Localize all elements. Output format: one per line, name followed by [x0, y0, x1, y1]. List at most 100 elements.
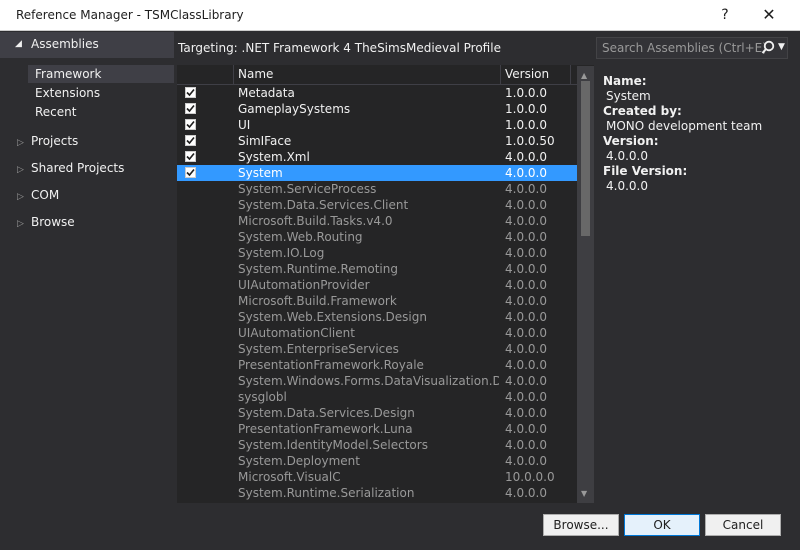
help-button[interactable]: ?	[710, 2, 740, 28]
assembly-name: SimIFace	[238, 134, 292, 148]
sidebar-group-label: COM	[31, 188, 60, 202]
checkmark-icon	[186, 152, 195, 161]
table-row[interactable]: System.Data.Services.Client 4.0.0.0	[177, 197, 577, 213]
assembly-name: Microsoft.VisualC	[238, 470, 341, 484]
table-row[interactable]: System 4.0.0.0	[177, 165, 577, 181]
targeting-label: Targeting: .NET Framework 4 TheSimsMedie…	[178, 41, 501, 55]
cancel-button[interactable]: Cancel	[705, 514, 781, 536]
vertical-scrollbar[interactable]: ▲ ▼	[577, 66, 594, 503]
title-bar: Reference Manager - TSMClassLibrary ? ✕	[0, 0, 800, 31]
assembly-name: System.Runtime.Serialization	[238, 486, 415, 500]
assembly-version: 4.0.0.0	[505, 406, 547, 420]
table-row[interactable]: System.Web.Extensions.Design 4.0.0.0	[177, 309, 577, 325]
table-row[interactable]: System.IdentityModel.Selectors 4.0.0.0	[177, 437, 577, 453]
scroll-up-icon[interactable]: ▲	[581, 71, 587, 80]
table-row[interactable]: UIAutomationProvider 4.0.0.0	[177, 277, 577, 293]
checkmark-icon	[186, 104, 195, 113]
table-row[interactable]: System.Deployment 4.0.0.0	[177, 453, 577, 469]
assembly-version: 4.0.0.0	[505, 150, 547, 164]
sidebar-group-projects[interactable]: ▷ Projects	[17, 134, 78, 148]
scroll-down-icon[interactable]: ▼	[581, 489, 587, 498]
table-row[interactable]: UIAutomationClient 4.0.0.0	[177, 325, 577, 341]
table-row[interactable]: UI 1.0.0.0	[177, 117, 577, 133]
table-row[interactable]: Microsoft.Build.Framework 4.0.0.0	[177, 293, 577, 309]
search-icon[interactable]	[761, 40, 775, 56]
assembly-version: 1.0.0.0	[505, 118, 547, 132]
sidebar-item-extensions[interactable]: Extensions	[35, 86, 100, 100]
column-header-version[interactable]: Version	[505, 67, 549, 82]
assembly-name: GameplaySystems	[238, 102, 351, 116]
checkbox[interactable]	[185, 151, 196, 162]
table-row[interactable]: System.Xml 4.0.0.0	[177, 149, 577, 165]
table-row[interactable]: GameplaySystems 1.0.0.0	[177, 101, 577, 117]
table-row[interactable]: System.Data.Services.Design 4.0.0.0	[177, 405, 577, 421]
checkbox[interactable]	[185, 167, 196, 178]
table-row[interactable]: SimIFace 1.0.0.50	[177, 133, 577, 149]
assembly-version: 4.0.0.0	[505, 454, 547, 468]
collapsed-arrow-icon: ▷	[17, 165, 24, 175]
assembly-name: System.IdentityModel.Selectors	[238, 438, 428, 452]
table-row[interactable]: sysglobl 4.0.0.0	[177, 389, 577, 405]
checkbox[interactable]	[185, 87, 196, 98]
assembly-name: System.Data.Services.Design	[238, 406, 415, 420]
search-box[interactable]: Search Assemblies (Ctrl+E) ▼	[596, 37, 788, 59]
assembly-name: System.ServiceProcess	[238, 182, 377, 196]
table-row[interactable]: System.ServiceProcess 4.0.0.0	[177, 181, 577, 197]
assembly-version: 4.0.0.0	[505, 342, 547, 356]
table-row[interactable]: Metadata 1.0.0.0	[177, 85, 577, 101]
assembly-name: UI	[238, 118, 251, 132]
assembly-name: System.Windows.Forms.DataVisualization.D…	[238, 374, 499, 388]
assembly-version: 4.0.0.0	[505, 214, 547, 228]
table-row[interactable]: PresentationFramework.Luna 4.0.0.0	[177, 421, 577, 437]
assembly-name: PresentationFramework.Royale	[238, 358, 424, 372]
sidebar: ◢ Assemblies Framework Extensions Recent…	[0, 32, 174, 508]
search-options-arrow-icon[interactable]: ▼	[778, 42, 785, 52]
collapsed-arrow-icon: ▷	[17, 192, 24, 202]
assembly-name: UIAutomationProvider	[238, 278, 370, 292]
search-input[interactable]: Search Assemblies (Ctrl+E)	[602, 41, 767, 55]
sidebar-item-framework[interactable]: Framework	[28, 65, 174, 83]
table-row[interactable]: System.EnterpriseServices 4.0.0.0	[177, 341, 577, 357]
assembly-version: 1.0.0.50	[505, 134, 555, 148]
checkbox[interactable]	[185, 135, 196, 146]
sidebar-item-recent[interactable]: Recent	[35, 105, 76, 119]
column-separator[interactable]	[500, 65, 501, 84]
assembly-version: 4.0.0.0	[505, 374, 547, 388]
list-rows: Metadata 1.0.0.0 GameplaySystems 1.0.0.0 UI 1…	[177, 85, 577, 501]
assembly-name: System.Runtime.Remoting	[238, 262, 398, 276]
assembly-version: 4.0.0.0	[505, 310, 547, 324]
table-row[interactable]: Microsoft.Build.Tasks.v4.0 4.0.0.0	[177, 213, 577, 229]
close-button[interactable]: ✕	[752, 2, 786, 28]
assembly-name: Microsoft.Build.Framework	[238, 294, 397, 308]
sidebar-section-assemblies[interactable]: ◢ Assemblies	[0, 32, 174, 58]
checkmark-icon	[186, 168, 195, 177]
sidebar-group-browse[interactable]: ▷ Browse	[17, 215, 75, 229]
table-row[interactable]: System.Windows.Forms.DataVisualization.D…	[177, 373, 577, 389]
table-row[interactable]: PresentationFramework.Royale 4.0.0.0	[177, 357, 577, 373]
assembly-version: 4.0.0.0	[505, 438, 547, 452]
column-separator[interactable]	[570, 65, 571, 84]
sidebar-group-shared-projects[interactable]: ▷ Shared Projects	[17, 161, 124, 175]
table-row[interactable]: System.Web.Routing 4.0.0.0	[177, 229, 577, 245]
column-separator[interactable]	[233, 65, 234, 84]
table-row[interactable]: Microsoft.VisualC 10.0.0.0	[177, 469, 577, 485]
browse-button[interactable]: Browse...	[543, 514, 619, 536]
assembly-version: 4.0.0.0	[505, 182, 547, 196]
assembly-name: System	[238, 166, 283, 180]
assembly-name: UIAutomationClient	[238, 326, 355, 340]
sidebar-group-com[interactable]: ▷ COM	[17, 188, 59, 202]
table-row[interactable]: System.IO.Log 4.0.0.0	[177, 245, 577, 261]
assembly-name: Microsoft.Build.Tasks.v4.0	[238, 214, 393, 228]
column-header-name[interactable]: Name	[238, 67, 273, 82]
checkbox[interactable]	[185, 119, 196, 130]
window-title: Reference Manager - TSMClassLibrary	[16, 8, 244, 22]
assembly-version: 4.0.0.0	[505, 198, 547, 212]
details-panel: Name: System Created by: MONO developmen…	[603, 74, 793, 194]
table-row[interactable]: System.Runtime.Serialization 4.0.0.0	[177, 485, 577, 501]
ok-button[interactable]: OK	[624, 514, 700, 536]
assembly-version: 4.0.0.0	[505, 422, 547, 436]
assembly-name: Metadata	[238, 86, 295, 100]
checkbox[interactable]	[185, 103, 196, 114]
scrollbar-thumb[interactable]	[581, 81, 590, 236]
table-row[interactable]: System.Runtime.Remoting 4.0.0.0	[177, 261, 577, 277]
